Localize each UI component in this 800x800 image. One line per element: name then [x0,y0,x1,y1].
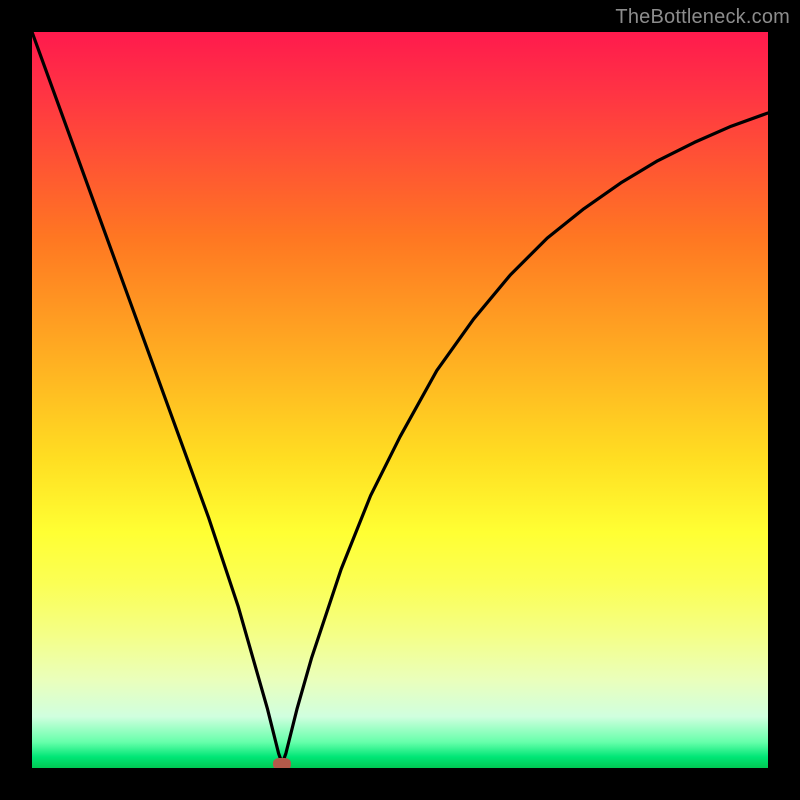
chart-frame: TheBottleneck.com [0,0,800,800]
bottleneck-curve [32,32,768,768]
minimum-marker [273,758,291,768]
watermark-text: TheBottleneck.com [615,6,790,29]
plot-area [32,32,768,768]
